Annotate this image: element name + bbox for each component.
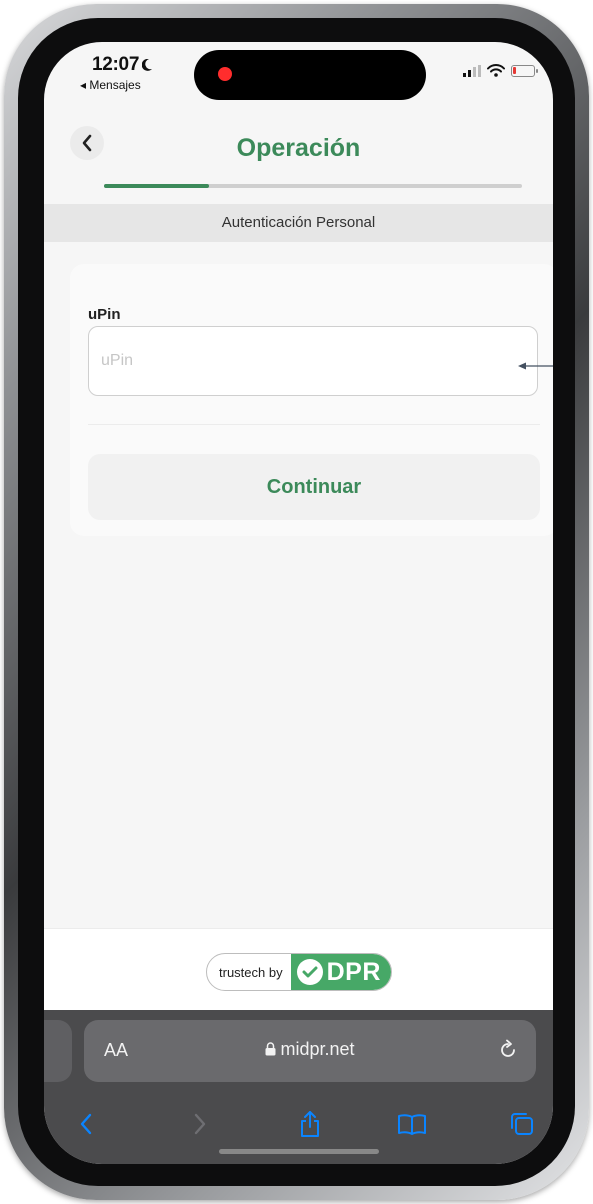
progress-bar-fill [104, 184, 209, 188]
wifi-icon [487, 64, 505, 77]
status-bar-time: 12:07 [92, 54, 153, 76]
url-text: midpr.net [280, 1039, 355, 1059]
bookmarks-button[interactable] [390, 1104, 434, 1144]
tabs-button[interactable] [500, 1104, 544, 1144]
browser-toolbar: AA midpr.net [44, 1010, 553, 1164]
reload-icon[interactable] [496, 1038, 520, 1062]
status-icons [463, 64, 538, 77]
upin-card: uPin Continuar [70, 264, 553, 536]
footer: trustech by DPR [44, 928, 553, 1010]
previous-tab-preview[interactable] [44, 1020, 72, 1082]
bookmarks-icon [398, 1114, 426, 1135]
check-circle-icon [296, 959, 323, 985]
browser-forward-button[interactable] [178, 1104, 222, 1144]
time-text: 12:07 [92, 54, 140, 75]
dpr-brand-text: DPR [326, 957, 381, 986]
progress-bar [104, 184, 522, 188]
upin-input[interactable] [88, 326, 538, 396]
back-to-app-link[interactable]: ◂ Mensajes [80, 78, 141, 92]
address-bar[interactable]: AA midpr.net [84, 1020, 536, 1082]
lock-icon [265, 1042, 276, 1056]
continue-button[interactable]: Continuar [88, 454, 540, 520]
url-display[interactable]: midpr.net [84, 1039, 536, 1060]
trustech-prefix: trustech by [219, 964, 283, 980]
share-icon [301, 1111, 319, 1137]
dpr-logo: DPR [290, 954, 391, 990]
phone-screen: 12:07 ◂ Mensajes Operación Autenticación… [44, 42, 553, 1164]
annotation-arrow-icon [518, 362, 553, 370]
divider [88, 424, 540, 425]
browser-back-button[interactable] [64, 1104, 108, 1144]
recording-indicator-icon [218, 67, 232, 81]
chevron-right-icon [194, 1113, 206, 1135]
trustech-badge: trustech by DPR [206, 953, 392, 991]
section-subheader: Autenticación Personal [44, 204, 553, 242]
dynamic-island [194, 50, 426, 100]
battery-icon [511, 64, 538, 77]
home-indicator[interactable] [219, 1149, 379, 1154]
browser-nav-row [44, 1104, 553, 1144]
signal-icon [463, 64, 481, 77]
moon-icon [142, 59, 153, 71]
page-title: Operación [236, 134, 361, 162]
tabs-icon [511, 1113, 533, 1135]
chevron-left-icon [80, 1113, 92, 1135]
share-button[interactable] [288, 1104, 332, 1144]
upin-label: uPin [88, 306, 121, 323]
